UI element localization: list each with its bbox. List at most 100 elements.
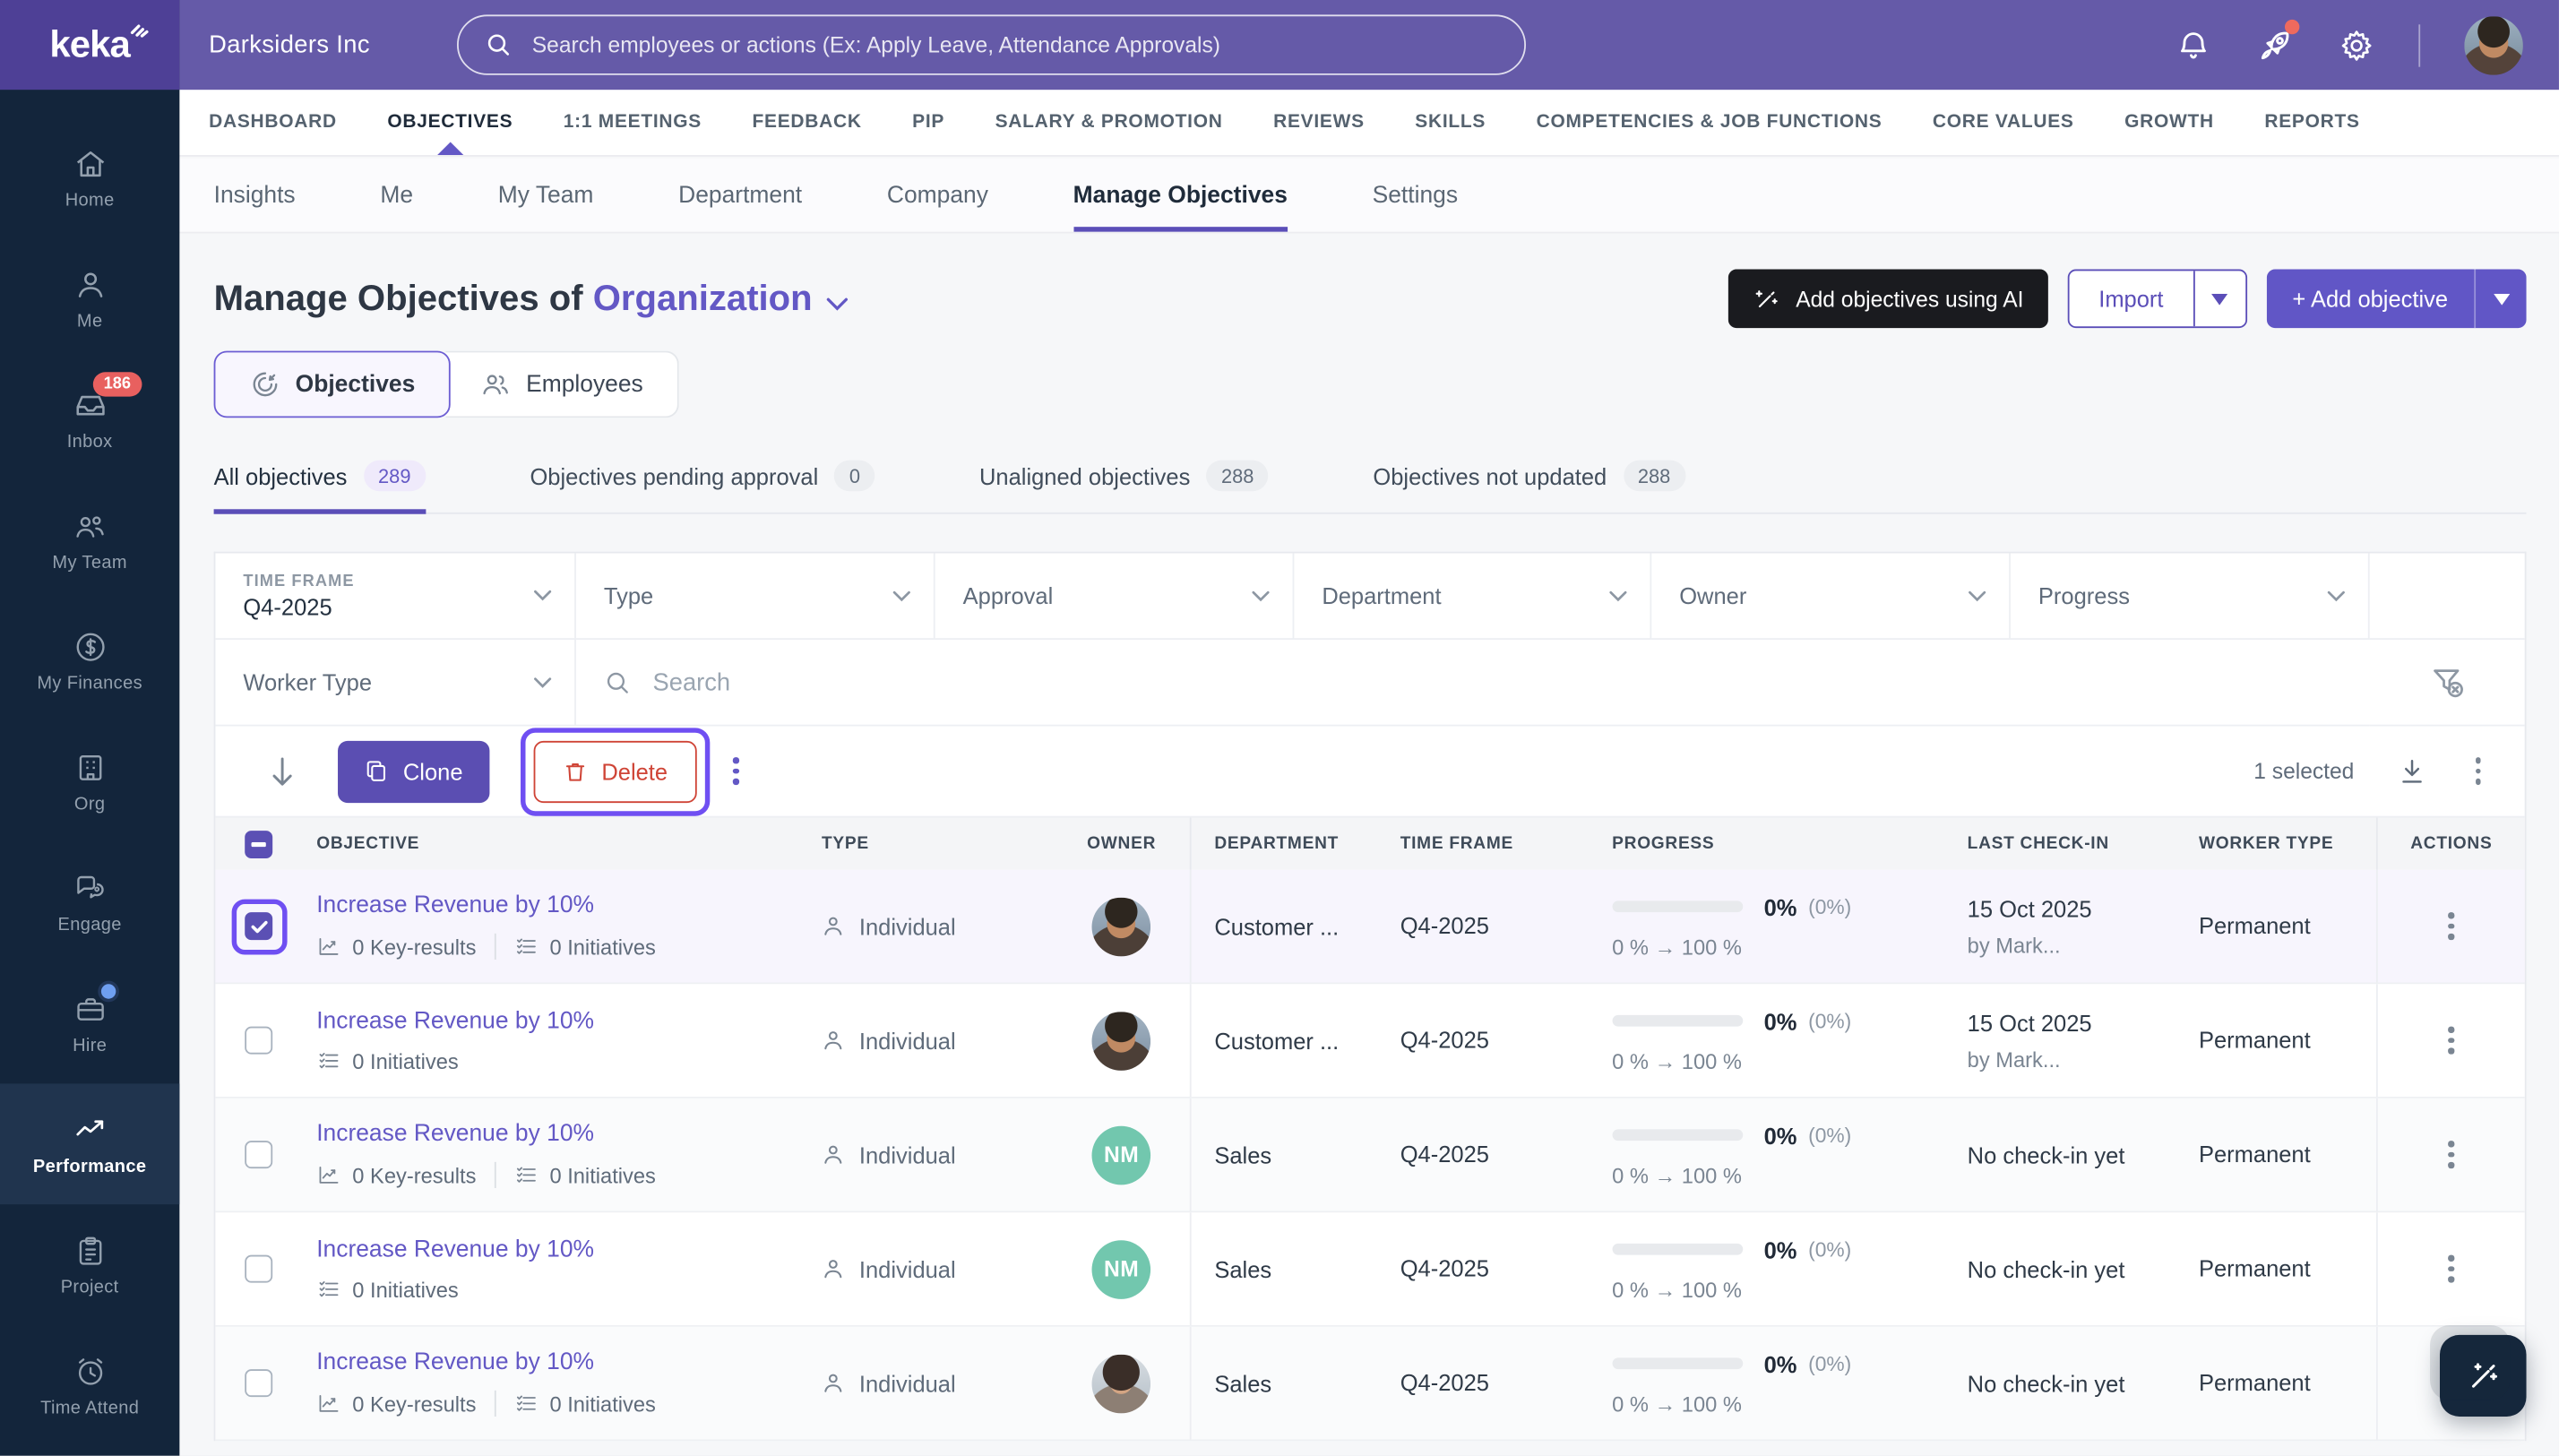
row-checkbox[interactable] xyxy=(246,1369,273,1398)
column-header-worker-type[interactable]: WORKER TYPE xyxy=(2177,834,2376,854)
column-header-time-frame[interactable]: TIME FRAME xyxy=(1379,834,1590,854)
sidebar-item-inbox[interactable]: 186 Inbox xyxy=(0,359,179,480)
objective-link[interactable]: Increase Revenue by 10% xyxy=(316,1008,812,1034)
subtab-my-team[interactable]: My Team xyxy=(498,159,594,232)
checkin-by: by Mark... xyxy=(1967,932,2061,958)
ai-assistant-fab[interactable] xyxy=(2430,1324,2527,1417)
clear-filters-button[interactable] xyxy=(2369,640,2525,727)
row-checkbox[interactable] xyxy=(246,1026,273,1055)
select-all-checkbox[interactable] xyxy=(246,830,273,858)
filter-worker-type[interactable]: Worker Type xyxy=(215,639,576,727)
toggle-objectives[interactable]: Objectives xyxy=(213,350,452,418)
owner-avatar[interactable] xyxy=(1091,1011,1151,1070)
row-checkbox[interactable] xyxy=(246,912,273,941)
global-search-input[interactable] xyxy=(529,30,1499,59)
whats-new-button[interactable] xyxy=(2255,18,2300,65)
objective-link[interactable]: Increase Revenue by 10% xyxy=(316,1349,812,1375)
tab-reviews[interactable]: REVIEWS xyxy=(1273,90,1365,155)
keka-logo[interactable]: keka xyxy=(0,0,180,90)
filter-search-input[interactable] xyxy=(649,667,2342,698)
subtab-company[interactable]: Company xyxy=(887,159,988,232)
column-header-owner[interactable]: OWNER xyxy=(1053,834,1190,854)
tab-unaligned[interactable]: Unaligned objectives 288 xyxy=(979,460,1269,513)
objective-link[interactable]: Increase Revenue by 10% xyxy=(316,1121,812,1147)
sidebar-item-time-attend[interactable]: Time Attend xyxy=(0,1325,179,1446)
column-header-department[interactable]: DEPARTMENT xyxy=(1190,817,1379,870)
tab-dashboard[interactable]: DASHBOARD xyxy=(209,90,337,155)
filter-owner[interactable]: Owner xyxy=(1651,553,2011,640)
delete-button[interactable]: Delete xyxy=(532,740,697,803)
global-search[interactable] xyxy=(456,14,1527,75)
import-button[interactable]: Import xyxy=(2067,269,2247,329)
import-dropdown-caret[interactable] xyxy=(2193,271,2245,327)
column-header-objective[interactable]: OBJECTIVE xyxy=(304,834,812,854)
add-objectives-ai-button[interactable]: Add objectives using AI xyxy=(1728,269,2048,329)
filter-department[interactable]: Department xyxy=(1294,553,1652,640)
sidebar-item-my-team[interactable]: My Team xyxy=(0,479,179,600)
filter-type[interactable]: Type xyxy=(575,553,935,640)
tab-growth[interactable]: GROWTH xyxy=(2124,90,2214,155)
row-checkbox[interactable] xyxy=(246,1141,273,1169)
tab-pending-approval[interactable]: Objectives pending approval 0 xyxy=(530,460,875,513)
column-header-type[interactable]: TYPE xyxy=(812,834,1053,854)
checkin-date: 15 Oct 2025 xyxy=(1967,895,2092,922)
sidebar-item-org[interactable]: Org xyxy=(0,721,179,842)
owner-avatar[interactable]: NM xyxy=(1091,1239,1151,1298)
subtab-settings[interactable]: Settings xyxy=(1373,159,1458,232)
column-header-last-check-in[interactable]: LAST CHECK-IN xyxy=(1950,834,2178,854)
table-options-button[interactable] xyxy=(2469,751,2487,791)
tab-salary-promotion[interactable]: SALARY & PROMOTION xyxy=(995,90,1223,155)
row-actions-button[interactable] xyxy=(2442,1021,2460,1061)
owner-avatar[interactable] xyxy=(1091,896,1151,956)
column-header-progress[interactable]: PROGRESS xyxy=(1590,834,1949,854)
row-actions-button[interactable] xyxy=(2442,1249,2460,1289)
row-checkbox[interactable] xyxy=(246,1254,273,1283)
tab-reports[interactable]: REPORTS xyxy=(2264,90,2359,155)
tab-objectives[interactable]: OBJECTIVES xyxy=(387,90,513,155)
sidebar-item-my-finances[interactable]: My Finances xyxy=(0,600,179,721)
more-actions-button[interactable] xyxy=(727,751,745,791)
settings-button[interactable] xyxy=(2339,27,2374,63)
subtab-me[interactable]: Me xyxy=(380,159,413,232)
filter-search[interactable] xyxy=(575,640,2370,727)
finance-icon xyxy=(75,632,104,660)
type-label: Individual xyxy=(858,913,956,940)
tab-all-objectives[interactable]: All objectives 289 xyxy=(213,460,426,514)
sidebar-item-home[interactable]: Home xyxy=(0,117,179,238)
tab-core-values[interactable]: CORE VALUES xyxy=(1933,90,2074,155)
tab-not-updated[interactable]: Objectives not updated 288 xyxy=(1373,460,1685,513)
owner-avatar[interactable]: NM xyxy=(1091,1124,1151,1185)
tab-feedback[interactable]: FEEDBACK xyxy=(752,90,861,155)
tab-skills[interactable]: SKILLS xyxy=(1415,90,1486,155)
row-actions-button[interactable] xyxy=(2442,906,2460,946)
objective-link[interactable]: Increase Revenue by 10% xyxy=(316,892,812,918)
add-objective-dropdown-caret[interactable] xyxy=(2474,269,2526,329)
sidebar-item-hire[interactable]: Hire xyxy=(0,963,179,1084)
tab-pip[interactable]: PIP xyxy=(912,90,944,155)
clone-button[interactable]: Clone xyxy=(338,740,489,803)
sidebar-item-engage[interactable]: Engage xyxy=(0,842,179,963)
sidebar-item-performance[interactable]: Performance xyxy=(0,1083,180,1205)
toggle-employees[interactable]: Employees xyxy=(445,350,679,418)
download-icon[interactable] xyxy=(2397,756,2426,786)
chevron-down-icon[interactable] xyxy=(825,297,848,311)
import-label: Import xyxy=(2098,285,2164,312)
user-avatar[interactable] xyxy=(2464,15,2523,74)
sidebar-item-me[interactable]: Me xyxy=(0,238,179,359)
subtab-department[interactable]: Department xyxy=(678,159,802,232)
subtab-insights[interactable]: Insights xyxy=(214,159,296,232)
objective-link[interactable]: Increase Revenue by 10% xyxy=(316,1236,812,1262)
sort-icon[interactable] xyxy=(270,754,296,787)
tab-competencies[interactable]: COMPETENCIES & JOB FUNCTIONS xyxy=(1537,90,1883,155)
filter-time-frame[interactable]: TIME FRAME Q4-2025 xyxy=(215,553,576,640)
add-objective-button[interactable]: + Add objective xyxy=(2266,269,2527,329)
row-actions-button[interactable] xyxy=(2442,1134,2460,1175)
notifications-button[interactable] xyxy=(2176,27,2211,63)
owner-avatar[interactable] xyxy=(1091,1353,1151,1413)
sidebar-item-project[interactable]: Project xyxy=(0,1204,179,1325)
tab-1-1-meetings[interactable]: 1:1 MEETINGS xyxy=(564,90,702,155)
subtab-manage-objectives[interactable]: Manage Objectives xyxy=(1073,159,1288,232)
filter-approval[interactable]: Approval xyxy=(935,553,1295,640)
scope-selector[interactable]: Organization xyxy=(593,278,813,319)
filter-progress[interactable]: Progress xyxy=(2010,553,2370,640)
